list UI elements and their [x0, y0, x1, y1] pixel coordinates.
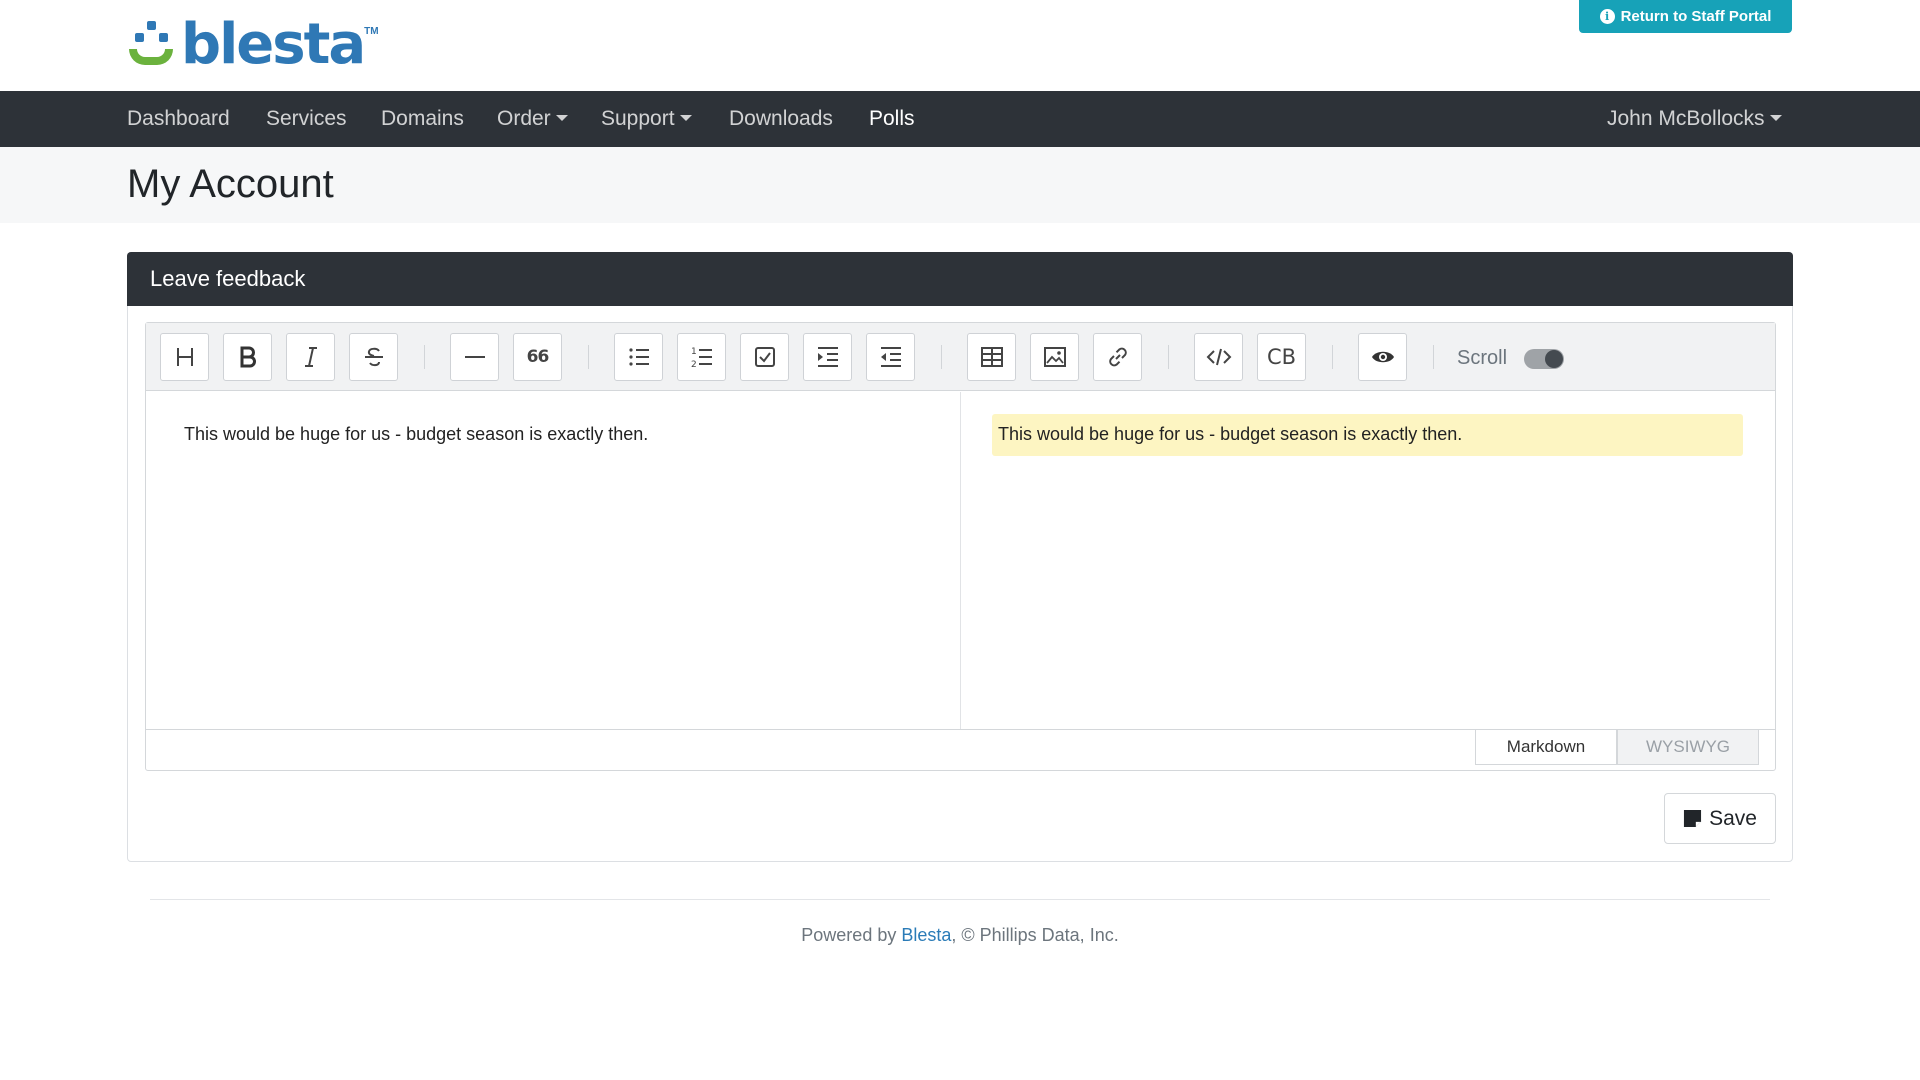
feedback-card: Leave feedback 66 1 2 CB Scroll This wou… [127, 252, 1793, 862]
editor-mode-bar: Markdown WYSIWYG [146, 729, 1775, 770]
italic-button[interactable] [286, 333, 335, 381]
card-header: Leave feedback [127, 252, 1793, 306]
editor-toolbar: 66 12 CB Scroll [146, 323, 1775, 391]
chevron-down-icon [1769, 114, 1782, 121]
italic-icon [304, 347, 317, 367]
link-button[interactable] [1093, 333, 1142, 381]
footer-prefix: Powered by [801, 925, 902, 945]
footer-divider [150, 899, 1770, 900]
task-list-button[interactable] [740, 333, 789, 381]
indent-icon [817, 347, 838, 367]
chevron-down-icon [555, 114, 568, 121]
preview-text: This would be huge for us - budget seaso… [998, 424, 1463, 444]
task-list-icon [754, 347, 775, 367]
sticky-note-icon [1684, 809, 1702, 828]
bullet-list-button[interactable] [614, 333, 663, 381]
code-icon [1206, 348, 1231, 366]
toolbar-divider [1168, 345, 1169, 369]
table-button[interactable] [967, 333, 1016, 381]
horizontal-rule-icon [464, 356, 485, 358]
image-button[interactable] [1030, 333, 1079, 381]
toolbar-divider [424, 345, 425, 369]
code-block-icon: CB [1266, 345, 1297, 369]
footer-credits: Powered by Blesta, © Phillips Data, Inc. [0, 925, 1920, 946]
toolbar-divider [1433, 345, 1434, 369]
ordered-list-button[interactable]: 12 [677, 333, 726, 381]
nav-item-order-label: Order [497, 107, 551, 130]
bold-icon [240, 346, 256, 368]
nav-item-downloads[interactable]: Downloads [729, 91, 833, 147]
user-menu[interactable]: John McBollocks [1607, 91, 1782, 147]
bold-button[interactable] [223, 333, 272, 381]
logo-smile-mark [127, 19, 179, 71]
toolbar-divider [941, 345, 942, 369]
nav-item-order[interactable]: Order [497, 91, 568, 147]
scroll-sync-toggle[interactable] [1524, 349, 1564, 369]
footer-suffix: , © Phillips Data, Inc. [951, 925, 1119, 945]
user-menu-label: John McBollocks [1607, 107, 1765, 130]
return-to-staff-portal-button[interactable]: i Return to Staff Portal [1579, 0, 1792, 33]
preview-pane: This would be huge for us - budget seaso… [962, 392, 1775, 729]
toolbar-divider [1332, 345, 1333, 369]
toolbar-divider [588, 345, 589, 369]
markdown-input-text: This would be huge for us - budget seaso… [184, 424, 649, 444]
logo-trademark: TM [364, 26, 379, 37]
link-icon [1108, 347, 1127, 367]
strikethrough-button[interactable] [349, 333, 398, 381]
save-button-label: Save [1709, 806, 1757, 830]
tab-markdown[interactable]: Markdown [1475, 730, 1617, 765]
quote-button[interactable]: 66 [513, 333, 562, 381]
indent-button[interactable] [803, 333, 852, 381]
quote-icon: 66 [526, 347, 550, 367]
preview-highlight: This would be huge for us - budget seaso… [992, 414, 1743, 456]
nav-item-support-label: Support [601, 107, 675, 130]
nav-item-services[interactable]: Services [266, 91, 347, 147]
preview-eye-icon [1371, 351, 1394, 363]
blesta-logo[interactable]: blesta TM [127, 16, 379, 74]
ordered-list-icon: 12 [691, 347, 712, 370]
image-icon [1043, 347, 1066, 367]
bullet-list-icon [628, 348, 649, 366]
markdown-input-pane[interactable]: This would be huge for us - budget seaso… [146, 392, 961, 729]
main-navbar: Dashboard Services Domains Order Support… [0, 91, 1920, 147]
tab-wysiwyg[interactable]: WYSIWYG [1617, 730, 1759, 765]
nav-item-polls[interactable]: Polls [869, 91, 915, 147]
svg-text:2: 2 [691, 360, 697, 370]
outdent-icon [880, 347, 901, 367]
preview-toggle-button[interactable] [1358, 333, 1407, 381]
logo-text: blesta [181, 12, 366, 77]
horizontal-rule-button[interactable] [450, 333, 499, 381]
footer-blesta-link[interactable]: Blesta [901, 925, 951, 945]
nav-item-dashboard[interactable]: Dashboard [127, 91, 230, 147]
code-button[interactable] [1194, 333, 1243, 381]
toggle-knob [1545, 350, 1563, 368]
return-to-staff-portal-label: Return to Staff Portal [1620, 8, 1772, 25]
svg-text:1: 1 [691, 347, 697, 357]
scroll-sync-label: Scroll [1457, 347, 1508, 369]
nav-item-support[interactable]: Support [601, 91, 692, 147]
heading-button[interactable] [160, 333, 209, 381]
save-button[interactable]: Save [1664, 793, 1776, 844]
markdown-editor: 66 12 CB Scroll This would be huge for u… [145, 322, 1776, 771]
site-header: blesta TM i Return to Staff Portal [0, 0, 1920, 91]
info-circle-icon: i [1599, 9, 1615, 24]
code-block-button[interactable]: CB [1257, 333, 1306, 381]
nav-item-domains[interactable]: Domains [381, 91, 464, 147]
page-title: My Account [127, 162, 334, 206]
strikethrough-icon [364, 347, 383, 367]
heading-icon [176, 348, 193, 366]
table-icon [980, 347, 1003, 367]
chevron-down-icon [679, 114, 692, 121]
outdent-button[interactable] [866, 333, 915, 381]
page-title-band: My Account [0, 147, 1920, 223]
